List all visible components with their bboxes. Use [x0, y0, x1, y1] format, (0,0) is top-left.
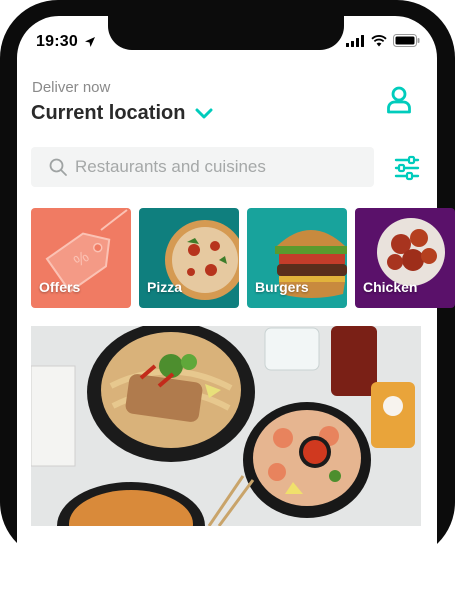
category-label: Burgers: [255, 279, 309, 295]
phone-notch: [108, 16, 344, 50]
category-label: Pizza: [147, 279, 183, 295]
filter-button[interactable]: [394, 155, 420, 181]
category-chicken[interactable]: Chicken: [355, 208, 455, 308]
search-input[interactable]: Restaurants and cuisines: [31, 147, 374, 187]
profile-button[interactable]: [386, 86, 412, 114]
battery-icon: [393, 34, 420, 47]
sliders-icon: [394, 155, 420, 181]
wifi-icon: [371, 34, 387, 46]
category-label: Offers: [39, 279, 81, 295]
status-bar-icons: [346, 34, 420, 47]
deliver-label: Deliver now: [32, 79, 111, 96]
featured-food-image[interactable]: [31, 326, 421, 526]
location-selector[interactable]: Current location: [31, 102, 213, 125]
category-list: % Offers Pizza Burgers Chicken: [31, 208, 455, 308]
signal-icon: [346, 34, 364, 47]
category-offers[interactable]: % Offers: [31, 208, 131, 308]
location-text: Current location: [31, 102, 186, 124]
category-burgers[interactable]: Burgers: [247, 208, 347, 308]
person-icon: [387, 86, 411, 114]
status-time-text: 19:30: [36, 33, 78, 50]
search-placeholder: Restaurants and cuisines: [75, 157, 266, 176]
location-arrow-icon: [84, 37, 95, 47]
chevron-down-icon: [195, 108, 213, 119]
search-icon: [49, 158, 67, 176]
featured-food-illustration: [31, 326, 421, 526]
category-label: Chicken: [363, 279, 418, 295]
status-bar-time: 19:30: [36, 33, 96, 51]
category-pizza[interactable]: Pizza: [139, 208, 239, 308]
